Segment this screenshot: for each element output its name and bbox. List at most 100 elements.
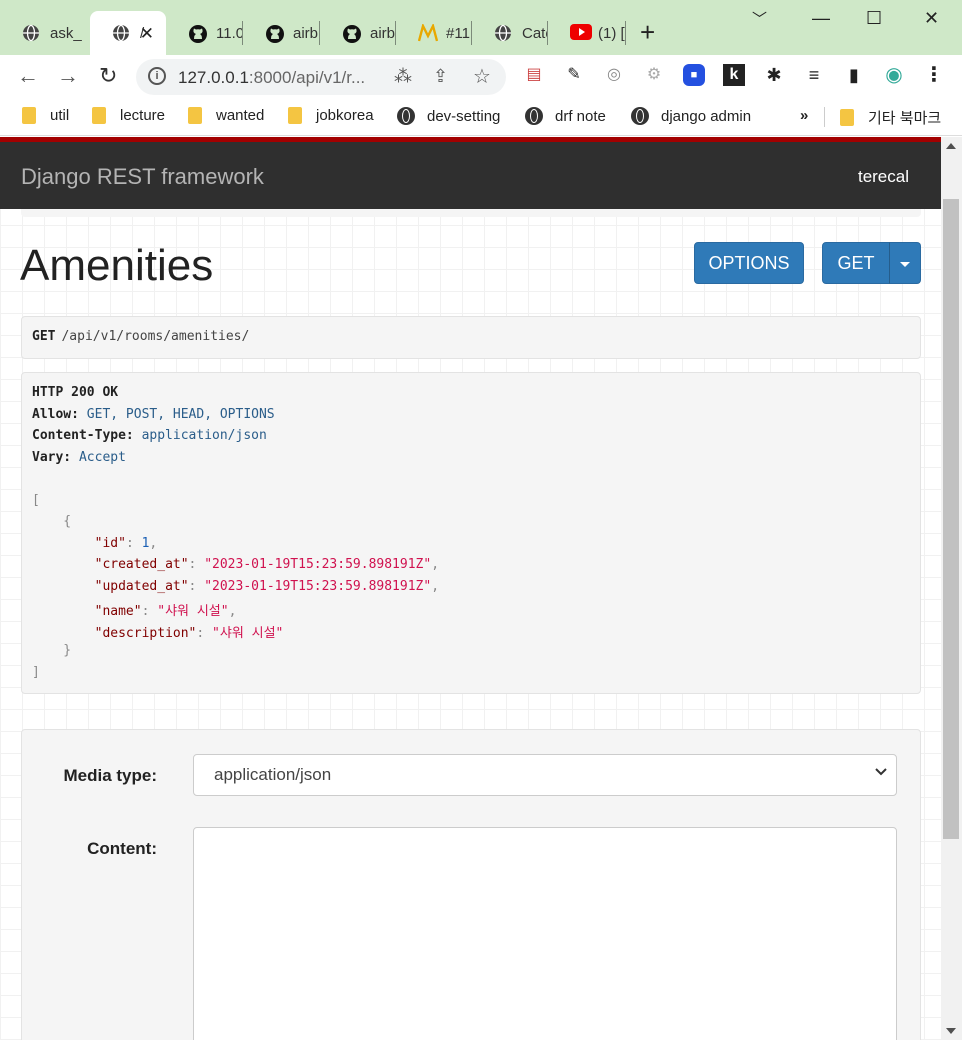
breadcrumb	[21, 209, 921, 217]
url-text: 127.0.0.1:8000/api/v1/r...	[178, 68, 365, 88]
caret-down-icon	[900, 261, 910, 267]
globe-icon	[397, 107, 415, 125]
page-title: Amenities	[20, 241, 214, 290]
bookmark-drf-note[interactable]: drf note	[525, 107, 606, 125]
url-host: 127.0.0.1	[178, 68, 249, 87]
back-button[interactable]: ←	[17, 64, 39, 88]
bookmark-label: drf note	[555, 107, 606, 125]
bookmarks-bar: util lecture wanted jobkorea dev-setting…	[0, 99, 962, 136]
tab-youtube[interactable]: (1) [	[548, 11, 626, 55]
forward-button[interactable]: →	[57, 64, 79, 88]
get-format-dropdown-toggle[interactable]	[889, 242, 921, 284]
bookmark-dev-setting[interactable]: dev-setting	[397, 107, 500, 125]
profile-avatar-icon[interactable]: ◉	[883, 64, 905, 86]
tab-amenities[interactable]: / ✕	[90, 11, 166, 55]
user-menu[interactable]: terecal	[858, 167, 909, 187]
json-value-created-at: "2023-01-19T15:23:59.898191Z"	[204, 557, 432, 572]
translate-icon[interactable]: ⁂	[394, 66, 412, 87]
bookmark-label: 기타 북마크	[868, 110, 942, 127]
bookmark-jobkorea[interactable]: jobkorea	[288, 107, 374, 124]
navbar: Django REST framework terecal	[0, 142, 941, 209]
youtube-icon	[570, 24, 592, 42]
tab-github-3[interactable]: airb	[320, 11, 396, 55]
tab-cate[interactable]: Cate	[472, 11, 548, 55]
github-icon	[188, 24, 207, 43]
header-key: Content-Type:	[32, 428, 134, 443]
json-value-description: "샤워 시설"	[212, 625, 284, 641]
folder-icon	[288, 107, 302, 124]
raw-data-form: Media type: application/json Content:	[21, 729, 921, 1040]
extensions-puzzle-icon[interactable]: ✱	[763, 64, 785, 86]
tab-ask[interactable]: ask_	[0, 11, 90, 55]
other-bookmarks[interactable]: 기타 북마크	[840, 107, 941, 128]
bookmark-star-icon[interactable]: ☆	[473, 64, 491, 89]
new-tab-button[interactable]: +	[640, 18, 655, 46]
scroll-up-arrow-icon[interactable]	[946, 143, 956, 149]
header-key: Allow:	[32, 406, 79, 422]
address-bar[interactable]: i 127.0.0.1:8000/api/v1/r... ⁂ ⇪ ☆	[136, 59, 506, 95]
site-info-icon[interactable]: i	[148, 67, 166, 85]
json-key: "description"	[94, 625, 197, 641]
header-value: GET, POST, HEAD, OPTIONS	[86, 406, 275, 422]
github-icon	[265, 24, 284, 43]
json-key: "created_at"	[94, 557, 189, 572]
minimize-button[interactable]: —	[812, 8, 830, 29]
tab-label: (1) [	[598, 24, 625, 42]
tab-issue[interactable]: #11	[396, 11, 472, 55]
extension-4-icon[interactable]: ⚙	[643, 64, 665, 86]
json-brace: }	[32, 643, 72, 658]
zoom-extension-icon[interactable]: ■	[683, 64, 705, 86]
bookmark-django-admin[interactable]: django admin	[631, 107, 751, 125]
media-type-value: application/json	[214, 765, 332, 784]
tab-label: airb	[293, 24, 319, 42]
github-icon	[342, 24, 361, 43]
tab-label: ask_	[50, 24, 82, 42]
side-panel-icon[interactable]: ▮	[843, 64, 865, 86]
tab-label: airb	[370, 24, 396, 42]
content-textarea[interactable]	[193, 827, 897, 1040]
globe-icon	[22, 24, 40, 42]
maximize-button[interactable]: ☐	[866, 8, 882, 29]
bookmark-label: util	[50, 107, 70, 124]
tab-github-1[interactable]: 11.0	[166, 11, 243, 55]
tab-label: Cate	[522, 24, 548, 42]
folder-icon	[840, 109, 854, 126]
bookmarks-overflow-button[interactable]: »	[800, 107, 808, 124]
window-close-button[interactable]: ✕	[924, 8, 939, 29]
media-type-label: Media type:	[63, 766, 157, 785]
globe-icon	[631, 107, 649, 125]
request-method: GET	[32, 329, 56, 344]
vertical-scrollbar[interactable]	[941, 137, 962, 1040]
bookmark-label: dev-setting	[427, 107, 501, 125]
extension-1-icon[interactable]: ▤	[523, 64, 545, 86]
tab-github-2[interactable]: airb	[243, 11, 320, 55]
browser-menu-icon[interactable]: ⋮	[923, 64, 945, 86]
bookmark-wanted[interactable]: wanted	[188, 107, 264, 124]
json-value-name: "샤워 시설"	[157, 604, 229, 619]
tab-search-icon[interactable]: ﹀	[752, 8, 767, 29]
json-key: "name"	[94, 604, 142, 619]
k-extension-icon[interactable]: k	[723, 64, 745, 86]
options-button[interactable]: OPTIONS	[694, 242, 804, 284]
bookmark-util[interactable]: util	[22, 107, 69, 124]
reload-button[interactable]: ↻	[99, 64, 117, 88]
close-icon[interactable]: ✕	[140, 24, 154, 44]
brand-link[interactable]: Django REST framework	[21, 164, 264, 190]
tab-separator	[625, 21, 626, 45]
share-icon[interactable]: ⇪	[433, 66, 448, 87]
scrollbar-thumb[interactable]	[943, 199, 959, 839]
get-button[interactable]: GET	[822, 242, 890, 284]
extension-3-icon[interactable]: ◎	[603, 64, 625, 86]
tab-label: 11.0	[216, 24, 243, 42]
tab-label: #11	[446, 24, 470, 42]
header-value: Accept	[78, 449, 126, 465]
media-type-select[interactable]: application/json	[193, 754, 897, 796]
response-info: HTTP 200 OK Allow: GET, POST, HEAD, OPTI…	[21, 372, 921, 694]
scroll-down-arrow-icon[interactable]	[946, 1028, 956, 1034]
content-label: Content:	[87, 839, 157, 858]
folder-icon	[92, 107, 106, 124]
media-control-icon[interactable]: ≡	[803, 64, 825, 86]
bookmark-lecture[interactable]: lecture	[92, 107, 165, 124]
eyedropper-icon[interactable]: ✎	[563, 64, 585, 86]
json-value-updated-at: "2023-01-19T15:23:59.898191Z"	[204, 578, 432, 594]
